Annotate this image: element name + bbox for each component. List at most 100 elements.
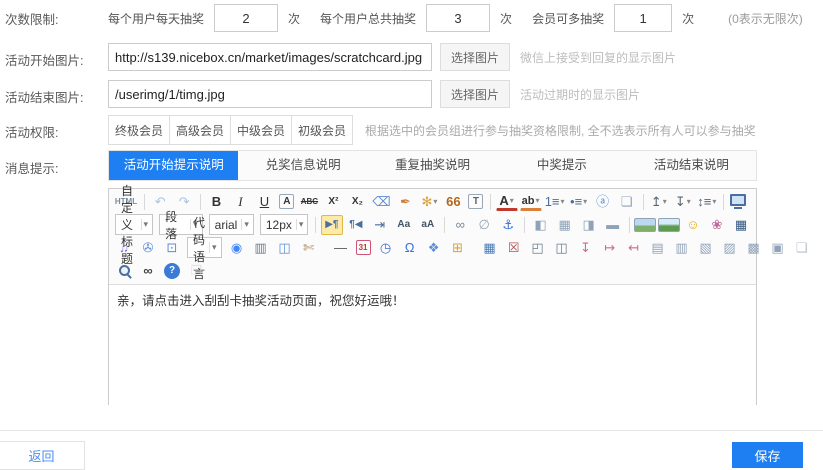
attachment-icon[interactable]: ✇: [137, 238, 159, 258]
paragraph-spacing-bottom-icon[interactable]: ↧▾: [672, 192, 694, 212]
daily-draw-input[interactable]: [214, 4, 278, 32]
table-layout-1-icon[interactable]: ▤: [647, 238, 669, 258]
save-button[interactable]: 保存: [732, 442, 803, 468]
unlink-icon[interactable]: ∅: [473, 215, 495, 235]
image-float-right-icon[interactable]: ◨: [578, 215, 600, 235]
start-image-pick-button[interactable]: 选择图片: [440, 43, 510, 71]
autotypeset-icon[interactable]: ✻▾: [418, 192, 440, 212]
message-label: 消息提示:: [5, 158, 58, 177]
superscript-icon[interactable]: X²: [322, 192, 344, 212]
table-layout-4-icon[interactable]: ▨: [719, 238, 741, 258]
editor-content[interactable]: 亲，请点击进入刮刮卡抽奖活动页面，祝您好运哦！: [109, 285, 756, 415]
italic-icon[interactable]: I: [229, 192, 251, 212]
fullscreen-monitor-icon[interactable]: [727, 192, 749, 212]
indent-icon[interactable]: ⇥: [369, 215, 391, 235]
blank-page-icon[interactable]: ❏: [791, 238, 813, 258]
insert-col-icon[interactable]: ↦: [599, 238, 621, 258]
member-option-button[interactable]: 中级会员: [230, 115, 292, 145]
scrawl-icon[interactable]: ❀: [706, 215, 728, 235]
custom-title-select[interactable]: 自定义标题▾: [115, 214, 153, 235]
message-tab[interactable]: 兑奖信息说明: [238, 151, 367, 180]
end-image-pick-button[interactable]: 选择图片: [440, 80, 510, 108]
total-draw-input[interactable]: [426, 4, 490, 32]
back-button[interactable]: 返回: [0, 441, 85, 470]
horizontal-rule-icon[interactable]: —: [330, 238, 352, 258]
link-icon[interactable]: ∞: [449, 215, 471, 235]
rich-text-editor: HTML↶↷BIUAABCX²X₂⌫✒✻▾66TA▾ab▾1≡▾•≡▾ⓐ❏↥▾↧…: [108, 188, 757, 405]
limits-hint: (0表示无限次): [728, 10, 803, 27]
member-extra-input[interactable]: [614, 4, 672, 32]
table-title-icon[interactable]: ◰: [527, 238, 549, 258]
table-layout-6-icon[interactable]: ▣: [767, 238, 789, 258]
insert-image-icon[interactable]: [634, 218, 656, 232]
highlight-color-icon[interactable]: ab▾: [520, 193, 542, 211]
anchor-icon[interactable]: ⚓: [497, 215, 519, 235]
bold-icon[interactable]: B: [205, 192, 227, 212]
underline-icon[interactable]: U: [253, 192, 275, 212]
time-icon[interactable]: ◷: [375, 238, 397, 258]
find-replace-icon[interactable]: ∞: [137, 261, 159, 281]
table-layout-3-icon[interactable]: ▧: [695, 238, 717, 258]
anchor-text-icon[interactable]: ⓐ: [592, 192, 614, 212]
clipboard-icon[interactable]: ❐: [185, 261, 207, 281]
start-image-input[interactable]: [108, 43, 432, 71]
paste-format-icon[interactable]: T: [468, 194, 483, 209]
subscript-icon[interactable]: X₂: [346, 192, 368, 212]
special-char-icon[interactable]: Ω: [399, 238, 421, 258]
merge-cells-icon[interactable]: ◫: [551, 238, 573, 258]
toolbar-row-2: 自定义标题▾段落▾arial▾12px▾▶¶¶◀⇥AaaA∞∅⚓◧▦◨▬☺❀▦: [112, 213, 753, 236]
message-tab[interactable]: 中奖提示: [497, 151, 626, 180]
total-draw-label: 每个用户总共抽奖: [320, 10, 416, 27]
font-color-icon[interactable]: A▾: [496, 193, 518, 211]
insert-video-icon[interactable]: ▦: [730, 215, 752, 235]
message-tab[interactable]: 活动结束说明: [627, 151, 756, 180]
image-block-icon[interactable]: ▬: [602, 215, 624, 235]
ordered-list-icon[interactable]: 1≡▾: [544, 192, 566, 212]
map-icon[interactable]: ◉: [226, 238, 248, 258]
insert-table-icon[interactable]: ▦: [479, 238, 501, 258]
ltr-icon[interactable]: ▶¶: [321, 215, 343, 235]
delete-row-icon[interactable]: ↤: [623, 238, 645, 258]
insert-frame-icon[interactable]: ⊡: [161, 238, 183, 258]
help-icon[interactable]: ?: [164, 263, 180, 279]
line-height-icon[interactable]: ↕≡▾: [696, 192, 718, 212]
code-language-select[interactable]: 代码语言▾: [187, 237, 222, 258]
font-family-select[interactable]: arial▾: [209, 214, 254, 235]
image-float-left-icon[interactable]: ◧: [530, 215, 552, 235]
strikethrough-icon[interactable]: ABC: [298, 192, 320, 212]
new-document-icon[interactable]: ❏: [616, 192, 638, 212]
pagebreak-icon[interactable]: ▥: [250, 238, 272, 258]
rtl-icon[interactable]: ¶◀: [345, 215, 367, 235]
char-border-icon[interactable]: A: [279, 194, 294, 209]
end-image-input[interactable]: [108, 80, 432, 108]
image-manager-icon[interactable]: [658, 218, 680, 232]
format-brush-icon[interactable]: ✒: [394, 192, 416, 212]
to-uppercase-icon[interactable]: Aa: [393, 215, 415, 235]
emoji-icon[interactable]: ☺: [682, 215, 704, 235]
baidu-app-icon[interactable]: ❖: [423, 238, 445, 258]
image-center-icon[interactable]: ▦: [554, 215, 576, 235]
music-icon[interactable]: ♫: [113, 238, 135, 258]
scratch-card-activity-form: 次数限制: 活动开始图片: 活动结束图片: 活动权限: 消息提示: 每个用户每天…: [0, 0, 823, 470]
font-size-select[interactable]: 12px▾: [260, 214, 309, 235]
eraser-icon[interactable]: ⌫: [370, 192, 392, 212]
delete-table-icon[interactable]: ☒: [503, 238, 525, 258]
snapshot-icon[interactable]: ✄: [298, 238, 320, 258]
insert-row-icon[interactable]: ↧: [575, 238, 597, 258]
date-icon[interactable]: 31: [356, 240, 371, 255]
member-option-button[interactable]: 高级会员: [169, 115, 231, 145]
limits-label: 次数限制:: [5, 9, 58, 28]
table-layout-2-icon[interactable]: ▥: [671, 238, 693, 258]
member-option-button[interactable]: 初级会员: [291, 115, 353, 145]
paragraph-spacing-top-icon[interactable]: ↥▾: [648, 192, 670, 212]
template-icon[interactable]: ⊞: [447, 238, 469, 258]
unordered-list-icon[interactable]: •≡▾: [568, 192, 590, 212]
member-option-button[interactable]: 终极会员: [108, 115, 170, 145]
blockquote-icon[interactable]: 66: [442, 192, 464, 212]
message-tab[interactable]: 重复抽奖说明: [368, 151, 497, 180]
preview-icon[interactable]: [113, 261, 135, 281]
to-lowercase-icon[interactable]: aA: [417, 215, 439, 235]
message-tab[interactable]: 活动开始提示说明: [109, 151, 238, 180]
columns-icon[interactable]: ◫: [274, 238, 296, 258]
table-layout-5-icon[interactable]: ▩: [743, 238, 765, 258]
